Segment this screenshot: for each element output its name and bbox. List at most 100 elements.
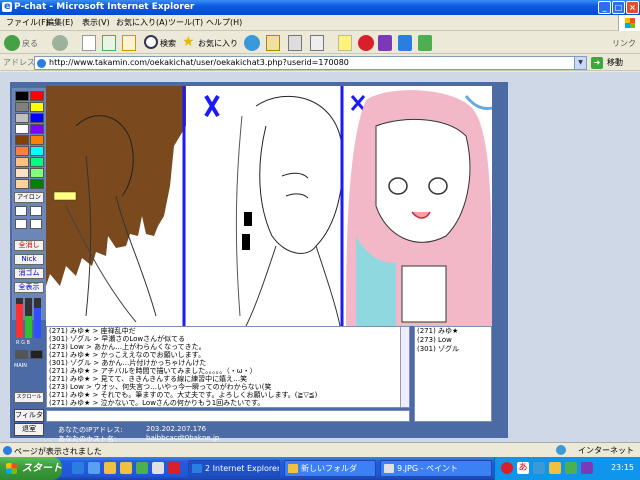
note-icon[interactable] <box>338 35 352 51</box>
search-button-label[interactable]: 検索 <box>160 38 176 54</box>
address-url[interactable]: http://www.takamin.com/oekakichat/user/o… <box>49 58 349 67</box>
quicklaunch-folder2-icon[interactable] <box>120 462 132 474</box>
user-list[interactable]: (271) みゆ★ (273) Low (301) ゾグル <box>414 326 492 422</box>
task-new-folder[interactable]: 新しいフォルダ <box>284 460 376 477</box>
go-button[interactable]: 移動 <box>607 57 623 68</box>
search-icon[interactable] <box>144 35 158 49</box>
chat-input[interactable] <box>46 410 410 422</box>
refresh-icon[interactable] <box>102 35 116 51</box>
quicklaunch-desktop-icon[interactable] <box>88 462 100 474</box>
color-swatch[interactable] <box>30 124 44 134</box>
color-swatch[interactable] <box>15 102 29 112</box>
pen-size-2[interactable] <box>30 206 42 216</box>
exit-button[interactable]: 退室 <box>14 423 44 436</box>
drawing-canvas[interactable] <box>46 86 492 326</box>
color-swatch[interactable] <box>30 102 44 112</box>
tray-app-icon[interactable] <box>581 462 593 474</box>
rgb-slider-track[interactable] <box>25 298 32 338</box>
windows-logo-icon <box>618 15 640 31</box>
show-all-button[interactable]: 全表示 <box>14 282 44 293</box>
user-entry[interactable]: (271) みゆ★ <box>415 327 491 336</box>
menu-help[interactable]: ヘルプ(H) <box>206 17 242 28</box>
address-dropdown-icon[interactable]: ▼ <box>574 57 586 69</box>
chat-log[interactable]: (271) みゆ★ > 座禅乱中だ (301) ゾグル > 早瀬さのLowさんが似… <box>46 326 410 408</box>
color-swatch[interactable] <box>30 113 44 123</box>
quicklaunch-media-icon[interactable] <box>168 462 180 474</box>
current-color-b[interactable] <box>30 350 43 359</box>
user-entry[interactable]: (273) Low <box>415 336 491 345</box>
chat-scrollbar[interactable] <box>400 327 409 407</box>
edit-icon[interactable] <box>310 35 324 51</box>
menu-favorites[interactable]: お気に入り(A) <box>116 17 168 28</box>
favorites-button-label[interactable]: お気に入り <box>198 38 238 54</box>
forward-arrow-icon[interactable] <box>52 35 68 51</box>
favorites-star-icon[interactable]: ★ <box>182 35 196 51</box>
color-swatch[interactable] <box>15 113 29 123</box>
pen-size-1[interactable] <box>15 206 27 216</box>
rgb-slider-track[interactable] <box>34 298 41 338</box>
color-swatch[interactable] <box>15 135 29 145</box>
color-swatch[interactable] <box>30 135 44 145</box>
title-bar[interactable]: P-chat - Microsoft Internet Explorer _ □… <box>0 0 640 15</box>
tray-help-icon[interactable] <box>549 462 561 474</box>
back-button-label[interactable]: 戻る <box>22 38 38 54</box>
print-icon[interactable] <box>288 35 302 51</box>
menu-view[interactable]: 表示(V) <box>82 17 110 28</box>
chat-message: (271) みゆ★ > それでも。筆ますので。大丈夫です。よろしくお願いします。… <box>49 391 318 399</box>
tray-update-icon[interactable] <box>565 462 577 474</box>
color-swatch[interactable] <box>30 157 44 167</box>
back-arrow-icon[interactable] <box>4 35 20 51</box>
pen-size-4[interactable] <box>30 219 42 229</box>
messenger-icon[interactable] <box>358 35 374 51</box>
eraser-button[interactable]: 消ゴム <box>14 268 44 279</box>
maximize-button[interactable]: □ <box>612 1 625 14</box>
color-swatch[interactable] <box>30 91 44 101</box>
links-label[interactable]: リンク <box>612 38 636 54</box>
current-color-a[interactable] <box>15 350 28 359</box>
task-paint-label: 9.JPG - ペイント <box>397 464 458 473</box>
nick-button[interactable]: Nick <box>14 254 44 265</box>
tray-ime-icon[interactable]: あ <box>517 462 529 474</box>
color-swatch[interactable] <box>30 146 44 156</box>
color-swatch[interactable] <box>15 124 29 134</box>
clear-all-button[interactable]: 全消し <box>14 240 44 251</box>
color-swatch[interactable] <box>15 168 29 178</box>
tray-network-icon[interactable] <box>533 462 545 474</box>
color-swatch[interactable] <box>15 146 29 156</box>
quicklaunch-app-icon[interactable] <box>136 462 148 474</box>
task-internet-explorer[interactable]: 2 Internet Explorer <box>188 460 280 477</box>
close-button[interactable]: × <box>626 1 639 14</box>
quicklaunch-folder-icon[interactable] <box>104 462 116 474</box>
menu-edit[interactable]: 編集(E) <box>46 17 73 28</box>
home-icon[interactable] <box>122 35 136 51</box>
menu-tools[interactable]: ツール(T) <box>168 17 203 28</box>
quicklaunch-ie-icon[interactable] <box>72 462 84 474</box>
menu-file[interactable]: ファイル(F) <box>6 17 49 28</box>
go-arrow-icon[interactable]: ➜ <box>591 57 603 69</box>
user-entry[interactable]: (301) ゾグル <box>415 345 491 354</box>
filter-button[interactable]: フィルタ <box>14 409 44 422</box>
color-swatch[interactable] <box>30 168 44 178</box>
stop-icon[interactable] <box>82 35 96 51</box>
tray-security-icon[interactable] <box>501 462 513 474</box>
research-icon[interactable] <box>398 35 412 51</box>
ie-app-icon <box>2 0 12 14</box>
rgb-slider-track[interactable] <box>16 298 23 338</box>
color-swatch[interactable] <box>15 179 29 189</box>
quicklaunch-paint-icon[interactable] <box>152 462 164 474</box>
color-swatch[interactable] <box>15 91 29 101</box>
rgb-label: R G B <box>16 340 30 346</box>
history-icon[interactable] <box>244 35 260 51</box>
canvas-drawing[interactable] <box>46 86 492 326</box>
minimize-button[interactable]: _ <box>598 1 611 14</box>
mail-icon[interactable] <box>266 35 280 51</box>
pen-size-3[interactable] <box>15 219 27 229</box>
start-button[interactable]: スタート <box>0 457 62 480</box>
color-swatch[interactable] <box>30 179 44 189</box>
color-swatch[interactable] <box>15 157 29 167</box>
task-paint[interactable]: 9.JPG - ペイント <box>380 460 492 477</box>
addon-icon[interactable] <box>378 35 392 51</box>
scroll-toggle-button[interactable]: スクロール <box>14 392 44 403</box>
plugin-icon[interactable] <box>418 35 432 51</box>
address-input[interactable]: http://www.takamin.com/oekakichat/user/o… <box>34 56 587 70</box>
